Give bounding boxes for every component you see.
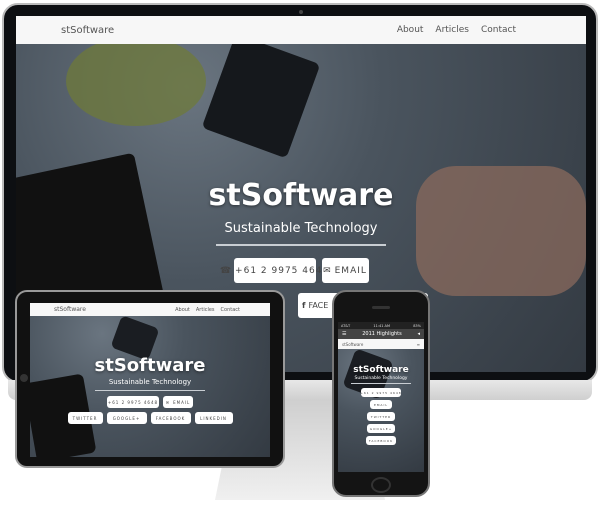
nav-contact[interactable]: Contact <box>481 25 516 35</box>
tablet-navbar: stSoftware About Articles Contact <box>30 303 270 316</box>
hero-title: stSoftware <box>94 355 206 376</box>
notebook-image <box>110 315 160 361</box>
email-button[interactable]: EMAIL <box>370 400 392 409</box>
nav-articles[interactable]: Articles <box>196 307 215 313</box>
google-button[interactable]: GOOGLE+ <box>367 424 395 433</box>
nav-about[interactable]: About <box>397 25 424 35</box>
tablet-screen: stSoftware About Articles Contact stSoftwa… <box>30 303 270 457</box>
phone-earpiece <box>372 306 390 309</box>
nav-about[interactable]: About <box>175 307 190 313</box>
desktop-navbar: stSoftware About Articles Contact <box>16 16 586 44</box>
hero-subtitle: Sustainable Technology <box>354 376 408 381</box>
notebook-image <box>201 33 321 159</box>
email-button[interactable]: ✉ EMAIL <box>163 396 193 408</box>
clock: 11:41 AM <box>373 323 390 328</box>
carrier-label: AT&T <box>341 323 351 328</box>
email-button[interactable]: ✉ EMAIL <box>321 258 369 283</box>
facebook-button[interactable]: FACEBOOK <box>150 412 191 424</box>
brand-logo[interactable]: stSoftware <box>61 25 114 36</box>
twitter-button[interactable]: TWITTER <box>367 412 395 421</box>
plant-image <box>66 36 206 126</box>
facebook-button[interactable]: FACEBOOK <box>366 436 396 445</box>
phone-device: AT&T 11:41 AM 83% ☰ 2011 Highlights ◂ stSoft… <box>332 290 430 497</box>
divider <box>95 390 205 391</box>
envelope-icon: ✉ <box>165 399 171 405</box>
brand-logo[interactable]: stSoftware <box>54 306 86 313</box>
phone-navbar: stSoftware ≡ <box>338 339 424 349</box>
divider <box>216 244 386 246</box>
brand-logo[interactable]: stSoftware <box>342 342 363 347</box>
google-button[interactable]: GOOGLE+ <box>106 412 147 424</box>
phone-button[interactable]: ☎ +61 2 9975 4648 <box>220 258 328 283</box>
hero-title: stSoftware <box>353 365 409 375</box>
battery-label: 83% <box>413 323 421 328</box>
phone-button[interactable]: +61 2 9975 4648 <box>360 388 401 397</box>
nav-contact[interactable]: Contact <box>221 307 240 313</box>
envelope-icon: ✉ <box>323 265 332 276</box>
hero-subtitle: Sustainable Technology <box>224 221 378 236</box>
divider <box>351 383 411 384</box>
nav-articles[interactable]: Articles <box>435 25 469 35</box>
tablet-home-button[interactable] <box>20 374 28 382</box>
phone-screen: AT&T 11:41 AM 83% ☰ 2011 Highlights ◂ stSoft… <box>338 322 424 472</box>
phone-home-button[interactable] <box>371 477 391 493</box>
twitter-button[interactable]: TWITTER <box>67 412 103 424</box>
hero-title: stSoftware <box>208 178 394 213</box>
tablet-device: stSoftware About Articles Contact stSoftwa… <box>15 290 285 468</box>
hamburger-icon[interactable]: ≡ <box>417 342 420 347</box>
hero-subtitle: Sustainable Technology <box>108 378 192 386</box>
linkedin-button[interactable]: LINKEDIN <box>194 412 233 424</box>
menu-icon[interactable]: ☰ <box>342 331 346 337</box>
webcam <box>299 10 303 14</box>
facebook-icon: f <box>302 301 306 310</box>
share-icon[interactable]: ◂ <box>417 331 420 337</box>
phone-button[interactable]: +61 2 9975 4648 <box>107 396 159 408</box>
browser-title: 2011 Highlights <box>362 331 402 337</box>
phone-icon: ☎ <box>219 265 233 276</box>
